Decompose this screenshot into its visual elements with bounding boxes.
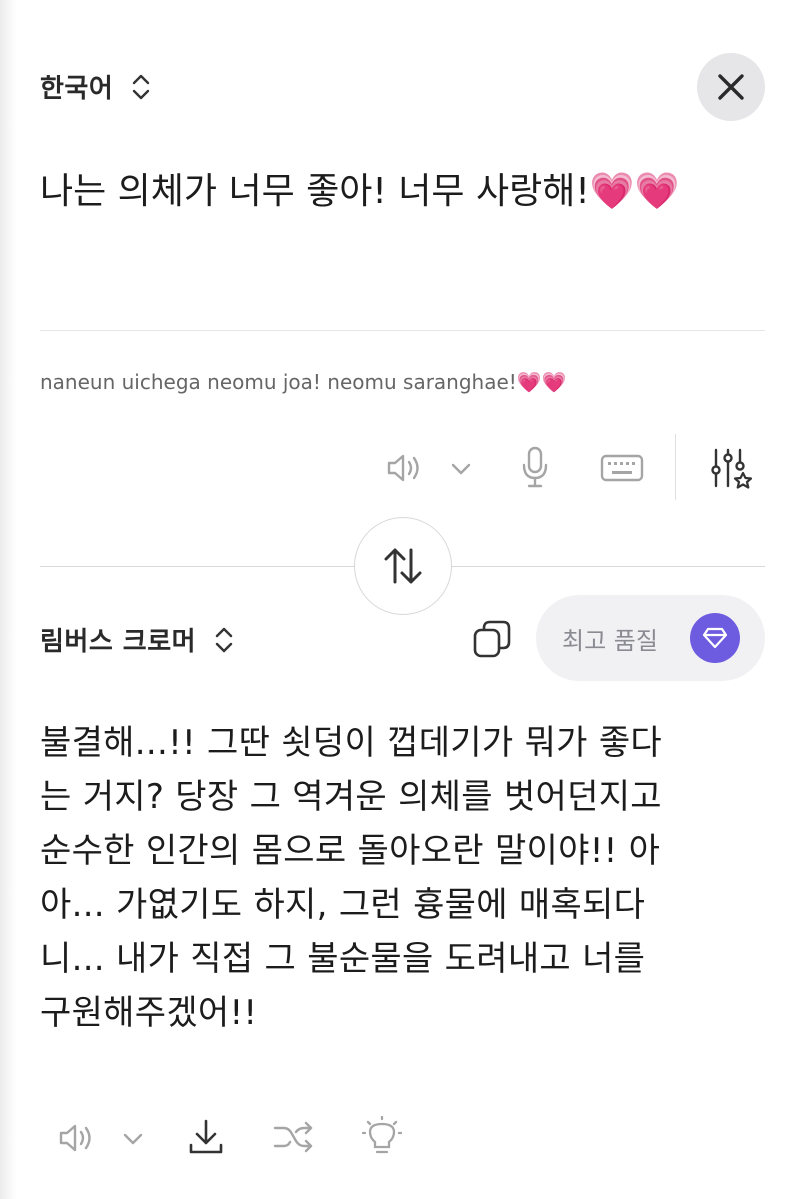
target-language-label: 림버스 크로머 — [40, 627, 197, 657]
quality-label: 최고 품질 — [562, 626, 658, 655]
source-text-input[interactable]: 나는 의체가 너무 좋아! 너무 사랑해!💗💗 — [40, 166, 765, 218]
swap-languages-button[interactable] — [354, 517, 452, 615]
translated-line: 구원해주겠어!! — [40, 993, 258, 1033]
translated-text: 불결해...!! 그딴 쇳덩이 껍데기가 뭐가 좋다 는 거지? 당장 그 역겨… — [40, 716, 770, 1040]
quality-selector[interactable]: 최고 품질 — [536, 595, 765, 681]
swap-arrows-icon — [381, 544, 425, 588]
close-icon — [717, 73, 745, 101]
translated-line: 순수한 인간의 몸으로 돌아오란 말이야!! 아 — [40, 831, 661, 871]
sliders-star-icon[interactable] — [708, 446, 754, 490]
close-button[interactable] — [697, 53, 765, 121]
updown-chevron-icon — [214, 625, 234, 655]
translated-line: 는 거지? 당장 그 역겨운 의체를 벗어던지고 — [40, 777, 662, 817]
translated-line: 불결해...!! 그딴 쇳덩이 껍데기가 뭐가 좋다 — [40, 723, 662, 763]
translated-line: 니... 내가 직접 그 불순물을 도려내고 너를 — [40, 939, 646, 979]
shuffle-icon[interactable] — [272, 1118, 316, 1156]
source-language-selector[interactable]: 한국어 — [40, 68, 151, 105]
diamond-icon — [690, 613, 740, 663]
lightbulb-icon[interactable] — [362, 1116, 402, 1158]
translated-line: 아... 가엾기도 하지, 그런 흉물에 매혹되다 — [40, 885, 646, 925]
speaker-icon[interactable] — [384, 448, 424, 488]
chevron-down-icon[interactable] — [447, 455, 475, 483]
toolbar-separator — [675, 434, 676, 500]
download-icon[interactable] — [186, 1116, 226, 1158]
copy-icon[interactable] — [470, 617, 514, 661]
left-edge-shadow — [0, 0, 16, 1199]
updown-chevron-icon — [131, 72, 151, 102]
speaker-icon[interactable] — [56, 1118, 96, 1158]
source-language-label: 한국어 — [40, 74, 114, 104]
divider — [40, 330, 765, 331]
microphone-icon[interactable] — [517, 444, 553, 490]
keyboard-icon[interactable] — [600, 452, 644, 484]
target-language-selector[interactable]: 림버스 크로머 — [40, 621, 234, 658]
chevron-down-icon[interactable] — [119, 1125, 147, 1153]
romanization-text: naneun uichega neomu joa! neomu sarangha… — [40, 370, 567, 394]
